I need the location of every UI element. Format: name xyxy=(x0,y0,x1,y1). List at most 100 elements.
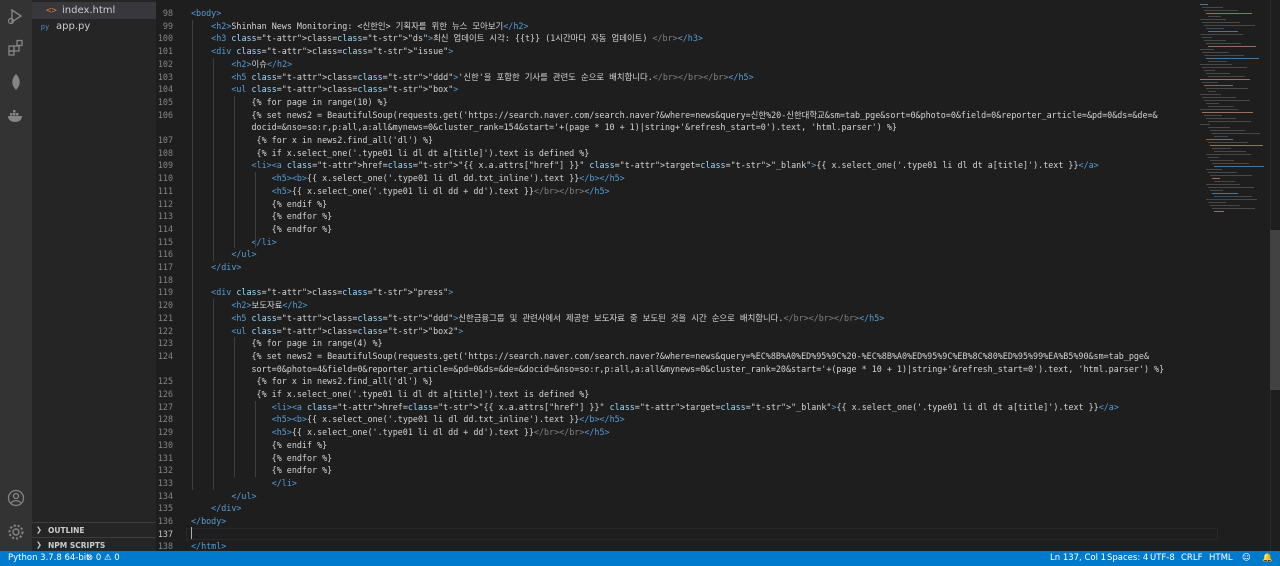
code-line[interactable]: 125 {% for x in news2.find_all('dl') %} xyxy=(156,375,1280,388)
code-line[interactable]: 121 <h5 class="t-attr">class=class="t-st… xyxy=(156,312,1280,325)
account-icon[interactable] xyxy=(4,486,28,510)
section-outline[interactable]: ❯ OUTLINE xyxy=(32,522,156,537)
minimap-line xyxy=(1208,61,1228,62)
minimap-line xyxy=(1210,190,1223,191)
code-line[interactable]: 109 <li><a class="t-attr">href=class="t-… xyxy=(156,159,1280,172)
indent-guide xyxy=(234,95,235,249)
code-line[interactable]: 136 </body> xyxy=(156,515,1280,528)
code-line[interactable]: 132 {% endfor %} xyxy=(156,464,1280,477)
minimap-line xyxy=(1202,37,1212,38)
code-line[interactable]: 131 {% endfor %} xyxy=(156,452,1280,465)
code-line[interactable]: 115 </li> xyxy=(156,236,1280,249)
line-number: 120 xyxy=(157,300,173,311)
code-line[interactable]: 107 {% for x in news2.find_all('dl') %} xyxy=(156,134,1280,147)
code-line[interactable]: sort=0&photo=4&field=0&reporter_article=… xyxy=(156,363,1280,376)
vertical-scrollbar[interactable] xyxy=(1270,0,1280,551)
code-line[interactable]: 110 <h5><b>{{ x.select_one('.type01 li d… xyxy=(156,172,1280,185)
scrollbar-thumb[interactable] xyxy=(1270,230,1280,390)
section-npm-scripts[interactable]: ❯ NPM SCRIPTS xyxy=(32,537,156,552)
code-line[interactable]: 127 <li><a class="t-attr">href=class="t-… xyxy=(156,401,1280,414)
line-code: {% for x in news2.find_all('dl') %} xyxy=(191,135,434,145)
warning-icon: ⚠ xyxy=(103,553,112,563)
docker-icon[interactable] xyxy=(4,104,28,128)
run-debug-icon[interactable] xyxy=(4,4,28,28)
code-line[interactable]: 137 xyxy=(156,527,1280,541)
code-line[interactable]: 119 <div class="t-attr">class=class="t-s… xyxy=(156,286,1280,299)
line-number: 129 xyxy=(157,427,173,438)
file-item-index-html[interactable]: <> index.html xyxy=(32,2,156,19)
code-editor[interactable]: 98 <body> 99 <h2>Shinhan News Monitoring: … xyxy=(156,0,1280,551)
minimap-line xyxy=(1204,115,1222,116)
code-line[interactable]: 126 {% if x.select_one('.type01 li dl dt… xyxy=(156,388,1280,401)
indent-guide xyxy=(234,337,235,477)
line-code: {% for page in range(10) %} xyxy=(191,96,388,107)
code-line[interactable]: 128 <h5><b>{{ x.select_one('.type01 li d… xyxy=(156,413,1280,426)
encoding[interactable]: UTF-8 xyxy=(1150,551,1175,566)
chevron-right-icon: ❯ xyxy=(36,526,42,534)
code-line[interactable]: 134 </ul> xyxy=(156,490,1280,503)
line-code: </li> xyxy=(271,477,297,488)
code-line[interactable]: 102 <h2>이슈</h2> xyxy=(156,58,1280,71)
minimap-line xyxy=(1200,4,1208,5)
code-line[interactable]: 124 {% set news2 = BeautifulSoup(request… xyxy=(156,350,1280,363)
line-number: 110 xyxy=(157,173,173,184)
line-number: 106 xyxy=(157,109,173,120)
minimap-line xyxy=(1202,67,1247,68)
code-line[interactable]: 138 </html> xyxy=(156,540,1280,551)
line-code: <h5><b>{{ x.select_one('.type01 li dl dd… xyxy=(271,173,625,184)
line-code: <ul class="t-attr">class=class="t-str">"… xyxy=(231,84,459,95)
python-interpreter[interactable]: Python 3.7.8 64-bit xyxy=(8,551,89,566)
minimap-line xyxy=(1214,181,1235,182)
minimap-line xyxy=(1214,196,1253,197)
minimap[interactable] xyxy=(1196,0,1268,551)
code-line[interactable]: docid=&nso=so:r,p:all,a:all&mynews=0&clu… xyxy=(156,121,1280,134)
file-item-app-py[interactable]: py app.py xyxy=(32,18,156,35)
leaf-icon[interactable] xyxy=(4,70,28,94)
line-number: 121 xyxy=(157,312,173,323)
minimap-line xyxy=(1204,25,1256,26)
settings-gear-icon[interactable] xyxy=(4,520,28,544)
language-mode[interactable]: HTML xyxy=(1209,551,1233,566)
line-ending[interactable]: CRLF xyxy=(1181,551,1202,566)
code-line[interactable]: 135 </div> xyxy=(156,502,1280,515)
line-code: </html> xyxy=(191,541,227,551)
problems-indicator[interactable]: ⊗ 0 ⚠ 0 xyxy=(86,551,120,566)
code-line[interactable]: 104 <ul class="t-attr">class=class="t-st… xyxy=(156,83,1280,96)
feedback-icon[interactable]: ☺ xyxy=(1242,551,1251,566)
line-code: <h5>{{ x.select_one('.type01 li dl dd + … xyxy=(271,427,610,438)
code-line[interactable]: 133 </li> xyxy=(156,477,1280,490)
code-line[interactable]: 116 </ul> xyxy=(156,248,1280,261)
code-line[interactable]: 98 <body> xyxy=(156,7,1280,20)
code-line[interactable]: 118 xyxy=(156,274,1280,287)
code-line[interactable]: 113 {% endfor %} xyxy=(156,210,1280,223)
minimap-line xyxy=(1214,136,1229,137)
code-line[interactable]: 130 {% endif %} xyxy=(156,439,1280,452)
code-line[interactable]: 123 {% for page in range(4) %} xyxy=(156,337,1280,350)
code-line[interactable]: 100 <h3 class="t-attr">class=class="t-st… xyxy=(156,32,1280,45)
code-line[interactable]: 105 {% for page in range(10) %} xyxy=(156,96,1280,109)
code-line[interactable]: 120 <h2>보도자료</h2> xyxy=(156,299,1280,312)
indentation[interactable]: Spaces: 4 xyxy=(1107,551,1148,566)
extensions-icon[interactable] xyxy=(4,36,28,60)
minimap-line xyxy=(1206,169,1222,170)
cursor-position[interactable]: Ln 137, Col 1 xyxy=(1050,551,1106,566)
code-line[interactable]: 101 <div class="t-attr">class=class="t-s… xyxy=(156,45,1280,58)
line-code: docid=&nso=so:r,p:all,a:all&mynews=0&clu… xyxy=(191,122,897,133)
line-code: <h5 class="t-attr">class=class="t-str">"… xyxy=(231,312,885,323)
line-code: sort=0&photo=4&field=0&reporter_article=… xyxy=(191,363,1165,374)
code-line[interactable]: 103 <h5 class="t-attr">class=class="t-st… xyxy=(156,71,1280,84)
code-line[interactable]: 129 <h5>{{ x.select_one('.type01 li dl d… xyxy=(156,426,1280,439)
indent-guide xyxy=(192,19,193,490)
code-line[interactable]: 106 {% set news2 = BeautifulSoup(request… xyxy=(156,109,1280,122)
code-line[interactable]: 114 {% endfor %} xyxy=(156,223,1280,236)
line-number: 108 xyxy=(157,147,173,158)
code-line[interactable]: 122 <ul class="t-attr">class=class="t-st… xyxy=(156,325,1280,338)
notifications-bell-icon[interactable]: 🔔 xyxy=(1262,551,1273,566)
code-line[interactable]: 108 {% if x.select_one('.type01 li dl dt… xyxy=(156,147,1280,160)
code-line[interactable]: 111 <h5>{{ x.select_one('.type01 li dl d… xyxy=(156,185,1280,198)
code-line[interactable]: 117 </div> xyxy=(156,261,1280,274)
line-number: 135 xyxy=(157,503,173,514)
code-line[interactable]: 99 <h2>Shinhan News Monitoring: <신한인> 기획… xyxy=(156,20,1280,33)
minimap-line xyxy=(1206,103,1219,104)
code-line[interactable]: 112 {% endif %} xyxy=(156,198,1280,211)
